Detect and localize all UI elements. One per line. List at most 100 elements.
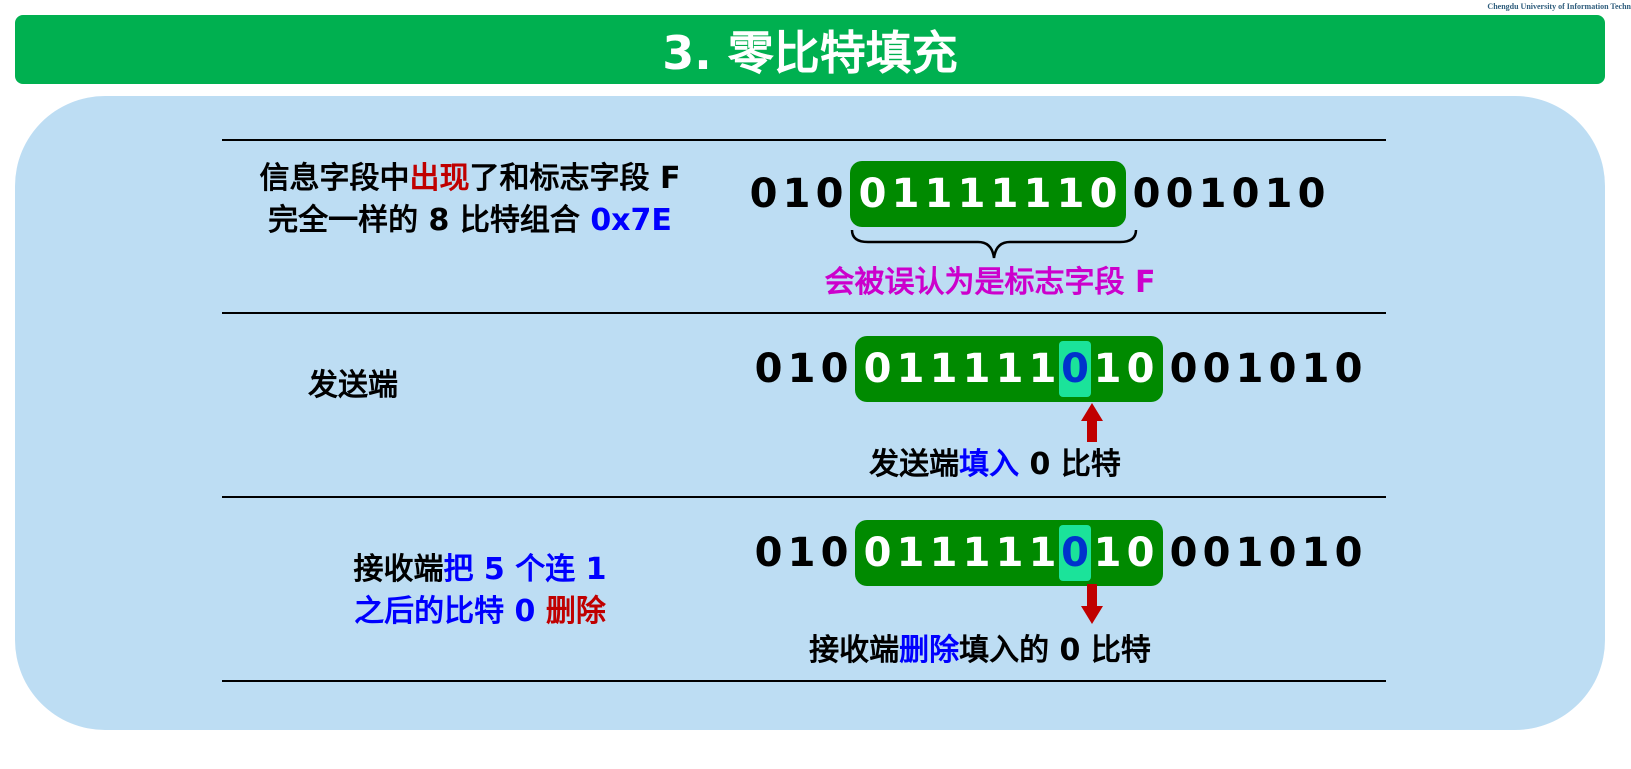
title-bar: 3. 零比特填充 (15, 15, 1605, 84)
row2-label: 发送端 (308, 368, 398, 403)
row1-note: 会被误认为是标志字段 F (824, 265, 1156, 300)
bit: 0 (754, 346, 783, 392)
row1-bits-before: 010 (747, 171, 846, 217)
bit: 0 (858, 171, 887, 217)
bit: 0 (1202, 346, 1231, 392)
bit: 1 (990, 171, 1019, 217)
bit: 1 (896, 346, 925, 392)
row2-note-a: 发送端 (869, 447, 960, 482)
row1-desc-a: 信息字段中 (259, 161, 410, 196)
row2-bits-group-b: 10 (1091, 346, 1157, 392)
row1-bits-after: 001010 (1130, 171, 1328, 217)
row3-description: 接收端把 5 个连 1 之后的比特 0 删除 (300, 549, 660, 633)
bit: 1 (1093, 346, 1122, 392)
bit: 0 (1268, 346, 1297, 392)
bit: 0 (1126, 346, 1155, 392)
bit: 0 (1202, 530, 1231, 576)
bit: 1 (957, 171, 986, 217)
bit: 0 (1169, 346, 1198, 392)
bit: 0 (1126, 530, 1155, 576)
row3-label-c: 之后的比特 0 (354, 594, 546, 629)
row3-bits-group-b: 10 (1091, 530, 1157, 576)
row3-note-b: 删除 (899, 633, 960, 668)
row3-bits-before: 010 (752, 530, 851, 576)
bit: 1 (929, 346, 958, 392)
row2-bits-before: 010 (752, 346, 851, 392)
bit: 1 (995, 530, 1024, 576)
row2-stuffed-group: 011111 0 10 (855, 336, 1163, 402)
bit: 1 (1235, 530, 1264, 576)
bit: 1 (1198, 171, 1227, 217)
divider-2 (222, 496, 1386, 498)
row1-bitstream: 010 01111110 001010 (747, 161, 1328, 227)
bit: 0 (1132, 171, 1161, 217)
row2-note-c: 0 比特 (1019, 447, 1121, 482)
row1-description: 信息字段中出现了和标志字段 F 完全一样的 8 比特组合 0x7E (225, 158, 715, 242)
bit: 1 (962, 530, 991, 576)
bit: 1 (1028, 346, 1057, 392)
row1-desc-d: 完全一样的 8 比特组合 (268, 203, 591, 238)
row2-bits-group-a: 011111 (861, 346, 1059, 392)
bit: 0 (1089, 171, 1118, 217)
bit: 1 (782, 171, 811, 217)
bit: 0 (1165, 171, 1194, 217)
row3-stuffed-group: 011111 0 10 (855, 520, 1163, 586)
bit: 1 (924, 171, 953, 217)
divider-top (222, 139, 1386, 141)
bit: 1 (1235, 346, 1264, 392)
bit: 0 (815, 171, 844, 217)
row2-stuffed-bit: 0 (1059, 341, 1091, 397)
bit: 1 (1093, 530, 1122, 576)
row3-stuffed-bit: 0 (1059, 525, 1091, 581)
row3-note-c: 填入的 0 比特 (959, 633, 1151, 668)
page-title: 3. 零比特填充 (662, 25, 958, 80)
row3-label-d: 删除 (545, 594, 606, 629)
bit: 0 (1334, 530, 1363, 576)
bit: 0 (1297, 171, 1326, 217)
bit: 1 (1264, 171, 1293, 217)
row3-arrow-shaft (1087, 584, 1097, 606)
bit: 0 (863, 346, 892, 392)
bit: 1 (891, 171, 920, 217)
divider-1 (222, 312, 1386, 314)
row3-bits-group-a: 011111 (861, 530, 1059, 576)
bit: 1 (929, 530, 958, 576)
bit: 1 (1301, 530, 1330, 576)
row1-desc-c: 了和标志字段 F (469, 161, 681, 196)
bit: 0 (1231, 171, 1260, 217)
divider-bottom (222, 680, 1386, 682)
row3-note: 接收端删除填入的 0 比特 (770, 630, 1190, 672)
row1-desc-b: 出现 (409, 161, 470, 196)
row2-bitstream: 010 011111 0 10 001010 (752, 336, 1365, 402)
row3-label-b: 把 5 个连 1 (443, 552, 607, 587)
row2-note-b: 填入 (959, 447, 1020, 482)
row2-note: 发送端填入 0 比特 (830, 444, 1160, 486)
row3-bitstream: 010 011111 0 10 001010 (752, 520, 1365, 586)
bit: 1 (1028, 530, 1057, 576)
bit: 1 (962, 346, 991, 392)
bit: 1 (896, 530, 925, 576)
bit: 0 (754, 530, 783, 576)
row1-desc-e: 0x7E (590, 203, 672, 238)
row2-arrow-head (1081, 403, 1103, 421)
bit: 1 (787, 530, 816, 576)
row3-arrow-head (1081, 606, 1103, 624)
row3-note-a: 接收端 (809, 633, 900, 668)
bit: 0 (820, 530, 849, 576)
row3-bits-after: 001010 (1167, 530, 1365, 576)
bit: 0 (1334, 346, 1363, 392)
bit: 0 (863, 530, 892, 576)
bit: 1 (1301, 346, 1330, 392)
row1-brace (850, 229, 1138, 259)
bit: 0 (749, 171, 778, 217)
bit: 1 (1056, 171, 1085, 217)
bit: 1 (995, 346, 1024, 392)
bit: 0 (820, 346, 849, 392)
bit: 0 (1169, 530, 1198, 576)
row3-label-a: 接收端 (353, 552, 444, 587)
row1-flag-group: 01111110 (850, 161, 1126, 227)
watermark: Chengdu University of Information Techn (1487, 2, 1631, 11)
bit: 0 (1268, 530, 1297, 576)
bit: 1 (787, 346, 816, 392)
row2-bits-after: 001010 (1167, 346, 1365, 392)
